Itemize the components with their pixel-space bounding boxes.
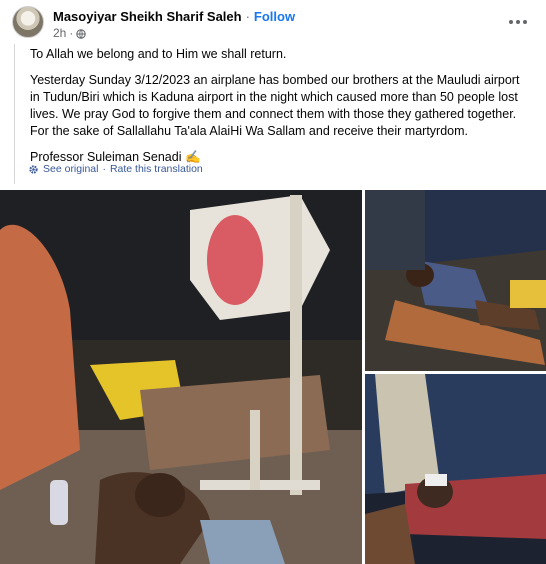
gear-icon <box>28 164 39 175</box>
post-meta: 2h · <box>53 26 87 40</box>
post-header: Masoyiyar Sheikh Sharif Saleh · Follow 2h … <box>0 0 546 44</box>
post-paragraph-1: To Allah we belong and to Him we shall r… <box>30 47 287 61</box>
author-name[interactable]: Masoyiyar Sheikh Sharif Saleh <box>53 9 242 24</box>
post-time[interactable]: 2h <box>53 26 66 40</box>
post-photo-2[interactable] <box>365 190 546 371</box>
globe-icon <box>76 28 87 39</box>
author-line: Masoyiyar Sheikh Sharif Saleh · Follow <box>53 9 295 24</box>
follow-button[interactable]: Follow <box>254 9 295 24</box>
translation-bar: See original · Rate this translation <box>28 163 203 175</box>
author-avatar[interactable] <box>12 6 44 38</box>
more-options-icon[interactable] <box>506 12 530 32</box>
post-text: To Allah we belong and to Him we shall r… <box>30 46 530 175</box>
photo-grid <box>0 190 546 564</box>
separator-dot: · <box>245 9 250 24</box>
meta-separator: · <box>69 26 74 40</box>
post-paragraph-2: Yesterday Sunday 3/12/2023 an airplane h… <box>30 73 520 138</box>
post-photo-3[interactable] <box>365 374 546 564</box>
post-photo-1[interactable] <box>0 190 362 564</box>
see-original-link[interactable]: See original <box>43 163 98 175</box>
rate-translation-link[interactable]: Rate this translation <box>110 163 203 175</box>
translation-separator: · <box>102 163 106 175</box>
